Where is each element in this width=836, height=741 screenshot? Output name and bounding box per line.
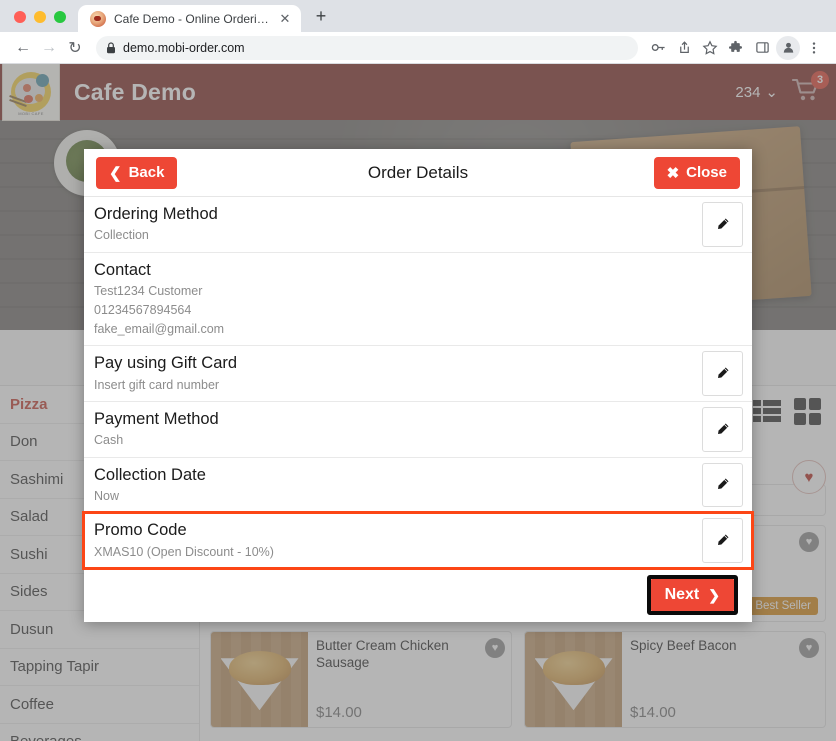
back-button-label: Back	[128, 164, 165, 181]
detail-row-value: Insert gift card number	[94, 377, 220, 392]
lock-icon	[107, 41, 115, 53]
window-traffic-lights	[0, 11, 78, 32]
password-key-icon[interactable]	[646, 36, 670, 60]
detail-row-value: Collection	[94, 228, 149, 243]
next-button-label: Next	[664, 585, 700, 603]
browser-tabstrip: Cafe Demo - Online Ordering ✕ +	[0, 0, 836, 33]
extensions-puzzle-icon[interactable]	[724, 36, 748, 60]
tab-title: Cafe Demo - Online Ordering	[114, 12, 269, 26]
detail-row-value: Test1234 Customer	[94, 284, 203, 298]
profile-avatar-icon[interactable]	[776, 35, 800, 60]
modal-title: Order Details	[367, 162, 469, 182]
detail-row-value: fake_email@gmail.com	[94, 322, 225, 337]
edit-pencil-icon[interactable]	[702, 518, 743, 563]
detail-row-content: Contact Test1234 Customer 01234567894564 fa…	[84, 253, 752, 346]
browser-window: Cafe Demo - Online Ordering ✕ + ← → ↻ de…	[0, 0, 836, 741]
detail-row-payment-method[interactable]: Payment Method Cash	[84, 402, 752, 458]
back-button[interactable]: ❮ Back	[96, 156, 178, 189]
detail-row-content: Promo Code XMAS10 (Open Discount - 10%)	[84, 513, 702, 568]
detail-row-content: Payment Method Cash	[84, 402, 702, 457]
forward-arrow-icon[interactable]: →	[36, 35, 62, 61]
detail-row-contact[interactable]: Contact Test1234 Customer 01234567894564 fa…	[84, 253, 752, 347]
edit-pencil-icon[interactable]	[702, 462, 743, 508]
detail-row-label: Pay using Gift Card	[94, 354, 238, 373]
chevron-left-icon: ❮	[109, 164, 122, 182]
side-panel-icon[interactable]	[750, 36, 774, 60]
close-button[interactable]: ✖ Close	[653, 156, 740, 189]
detail-row-pay-using-gift-card[interactable]: Pay using Gift Card Insert gift card numb…	[84, 346, 752, 402]
next-button[interactable]: Next ❯	[650, 578, 734, 611]
order-details-modal: ❮ Back Order Details ✖ Close Ordering Me…	[82, 149, 754, 622]
chevron-right-icon: ❯	[708, 586, 720, 603]
browser-tab[interactable]: Cafe Demo - Online Ordering ✕	[78, 5, 301, 33]
detail-row-label: Collection Date	[94, 465, 206, 484]
url-text: demo.mobi-order.com	[123, 40, 245, 55]
order-detail-rows: Ordering Method Collection Contact Test1234…	[82, 197, 754, 570]
detail-row-label: Ordering Method	[94, 205, 218, 223]
close-icon[interactable]: ✕	[277, 11, 293, 27]
edit-pencil-icon[interactable]	[702, 351, 743, 396]
next-button-highlight: Next ❯	[646, 574, 738, 615]
edit-pencil-icon[interactable]	[702, 406, 743, 452]
web-page: MOBI CAFE Cafe Demo 234 ⌄ 3	[0, 64, 836, 741]
detail-row-label: Promo Code	[94, 521, 187, 540]
window-maximize-button[interactable]	[54, 11, 66, 23]
detail-row-value: Now	[94, 488, 120, 503]
address-bar[interactable]: demo.mobi-order.com	[96, 35, 638, 60]
modal-header: ❮ Back Order Details ✖ Close	[84, 149, 752, 197]
detail-row-collection-date[interactable]: Collection Date Now	[84, 458, 752, 514]
new-tab-button[interactable]: +	[307, 2, 335, 30]
detail-row-content: Ordering Method Collection	[84, 197, 702, 252]
back-arrow-icon[interactable]: ←	[10, 35, 36, 61]
window-close-button[interactable]	[14, 11, 26, 23]
detail-row-label: Contact	[94, 260, 151, 279]
toolbar-icon-group	[646, 35, 826, 60]
detail-row-content: Collection Date Now	[84, 458, 702, 513]
detail-row-promo-code[interactable]: Promo Code XMAS10 (Open Discount - 10%)	[82, 511, 754, 570]
window-minimize-button[interactable]	[34, 11, 46, 23]
detail-row-label: Payment Method	[94, 409, 219, 428]
browser-toolbar: ← → ↻ demo.mobi-order.com	[0, 32, 836, 64]
detail-row-content: Pay using Gift Card Insert gift card numb…	[84, 346, 702, 401]
cafe-favicon-icon	[90, 11, 106, 27]
detail-row-value: Cash	[94, 433, 124, 448]
modal-footer: Next ❯	[84, 567, 752, 622]
detail-row-value: XMAS10 (Open Discount - 10%)	[94, 544, 274, 559]
share-icon[interactable]	[672, 36, 696, 60]
close-button-label: Close	[686, 164, 727, 181]
close-x-icon: ✖	[666, 164, 680, 182]
chrome-menu-icon[interactable]	[802, 36, 826, 60]
edit-pencil-icon[interactable]	[702, 202, 743, 247]
detail-row-ordering-method[interactable]: Ordering Method Collection	[84, 197, 752, 253]
reload-icon[interactable]: ↻	[62, 35, 88, 61]
bookmark-star-icon[interactable]	[698, 36, 722, 60]
detail-row-value: 01234567894564	[94, 303, 192, 318]
